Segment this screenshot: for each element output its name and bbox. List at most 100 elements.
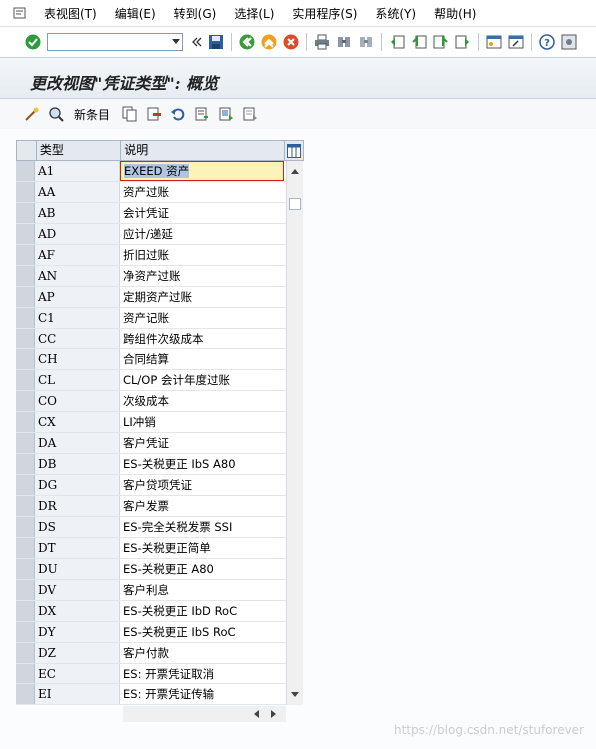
double-chevron-left-icon[interactable]	[191, 33, 203, 51]
next-page-icon[interactable]	[432, 33, 450, 51]
row-selector[interactable]	[16, 223, 35, 244]
row-selector[interactable]	[16, 370, 35, 391]
row-selector[interactable]	[16, 307, 35, 328]
cell-description[interactable]: 次级成本	[120, 391, 284, 412]
last-page-icon[interactable]	[454, 33, 472, 51]
select-all-icon[interactable]	[193, 105, 211, 123]
cell-description[interactable]: 应计/递延	[120, 223, 284, 244]
row-selector[interactable]	[16, 349, 35, 370]
menu-table-view[interactable]: 表视图(T)	[35, 5, 106, 22]
find-icon[interactable]	[335, 33, 353, 51]
menu-goto[interactable]: 转到(G)	[165, 5, 226, 22]
customize-icon[interactable]	[560, 33, 578, 51]
select-block-icon[interactable]	[217, 105, 235, 123]
details-icon[interactable]	[47, 105, 65, 123]
row-selector[interactable]	[16, 433, 35, 454]
row-selector[interactable]	[16, 579, 35, 600]
change-display-icon[interactable]	[23, 105, 41, 123]
row-selector[interactable]	[16, 391, 35, 412]
cell-description[interactable]: ES-关税更正 A80	[120, 558, 284, 579]
row-selector[interactable]	[16, 202, 35, 223]
row-selector[interactable]	[16, 286, 35, 307]
cell-description[interactable]: 合同结算	[120, 349, 284, 370]
prev-page-icon[interactable]	[410, 33, 428, 51]
cell-description[interactable]: 会计凭证	[120, 202, 284, 223]
cell-description[interactable]: LI冲销	[120, 412, 284, 433]
row-selector[interactable]	[16, 537, 35, 558]
cell-description[interactable]: ES-关税更正 IbD RoC	[120, 600, 284, 621]
scroll-down-icon[interactable]	[291, 692, 299, 697]
cell-description[interactable]: ES-关税更正简单	[120, 537, 284, 558]
print-icon[interactable]	[313, 33, 331, 51]
undo-icon[interactable]	[169, 105, 187, 123]
cell-description[interactable]: 客户付款	[120, 642, 284, 663]
cell-description[interactable]: ES-关税更正 IbS RoC	[120, 621, 284, 642]
row-selector[interactable]	[16, 600, 35, 621]
copy-icon[interactable]	[121, 105, 139, 123]
new-entries-button[interactable]: 新条目	[74, 106, 110, 123]
scroll-left-icon[interactable]	[254, 710, 259, 718]
table-settings-icon[interactable]	[284, 141, 303, 160]
exit-icon[interactable]	[260, 33, 278, 51]
cell-description[interactable]: 客户贷项凭证	[120, 475, 284, 495]
cell-description[interactable]: 定期资产过账	[120, 286, 284, 307]
cell-description[interactable]: 资产过账	[120, 181, 284, 202]
cell-description[interactable]: 跨组件次级成本	[120, 328, 284, 349]
menu-system[interactable]: 系统(Y)	[366, 5, 425, 22]
new-session-icon[interactable]	[485, 33, 503, 51]
row-selector[interactable]	[16, 475, 35, 495]
chevron-down-icon[interactable]	[172, 39, 180, 44]
cell-description[interactable]: 客户发票	[120, 496, 284, 516]
command-input[interactable]	[48, 34, 170, 50]
enter-icon[interactable]	[24, 33, 42, 51]
cell-description[interactable]: 客户凭证	[120, 433, 284, 454]
save-icon[interactable]	[207, 33, 225, 51]
row-selector[interactable]	[16, 454, 35, 475]
row-selector[interactable]	[16, 516, 35, 537]
cell-description[interactable]: EXEED 资产	[120, 161, 284, 181]
row-selector[interactable]	[16, 328, 35, 349]
deselect-all-icon[interactable]	[241, 105, 259, 123]
first-page-icon[interactable]	[388, 33, 406, 51]
menu-icon[interactable]	[13, 7, 27, 19]
cell-description[interactable]: ES: 开票凭证取消	[120, 663, 284, 684]
row-selector[interactable]	[16, 558, 35, 579]
row-selector[interactable]	[16, 181, 35, 202]
vertical-scrollbar[interactable]	[286, 161, 303, 705]
column-header-type[interactable]: 类型	[37, 141, 122, 160]
row-selector[interactable]	[16, 621, 35, 642]
row-selector[interactable]	[16, 244, 35, 265]
shortcut-icon[interactable]	[507, 33, 525, 51]
row-selector[interactable]	[16, 161, 35, 181]
cancel-icon[interactable]	[282, 33, 300, 51]
menu-selection[interactable]: 选择(L)	[225, 5, 283, 22]
row-selector[interactable]	[16, 684, 35, 705]
cell-description[interactable]: 客户利息	[120, 579, 284, 600]
scroll-up-icon[interactable]	[291, 169, 299, 174]
select-all-column-header[interactable]	[17, 141, 37, 160]
back-icon[interactable]	[238, 33, 256, 51]
find-next-icon[interactable]	[357, 33, 375, 51]
help-icon[interactable]: ?	[538, 33, 556, 51]
row-selector[interactable]	[16, 412, 35, 433]
menu-utilities[interactable]: 实用程序(S)	[283, 5, 366, 22]
row-selector[interactable]	[16, 265, 35, 286]
cell-description[interactable]: 净资产过账	[120, 265, 284, 286]
menu-help[interactable]: 帮助(H)	[425, 5, 485, 22]
cell-description[interactable]: 折旧过账	[120, 244, 284, 265]
cell-description[interactable]: ES: 开票凭证传输	[120, 684, 284, 705]
scroll-right-icon[interactable]	[271, 710, 276, 718]
horizontal-scrollbar[interactable]	[123, 706, 286, 722]
command-field[interactable]	[47, 33, 183, 51]
column-header-description[interactable]: 说明	[121, 141, 284, 160]
row-selector[interactable]	[16, 642, 35, 663]
cell-description[interactable]: ES-关税更正 IbS A80	[120, 454, 284, 475]
scroll-thumb[interactable]	[289, 198, 301, 210]
row-selector[interactable]	[16, 663, 35, 684]
cell-description[interactable]: ES-完全关税发票 SSI	[120, 516, 284, 537]
cell-description[interactable]: 资产记账	[120, 307, 284, 328]
menu-edit[interactable]: 编辑(E)	[106, 5, 165, 22]
cell-description[interactable]: CL/OP 会计年度过账	[120, 370, 284, 391]
delete-icon[interactable]	[145, 105, 163, 123]
row-selector[interactable]	[16, 496, 35, 516]
